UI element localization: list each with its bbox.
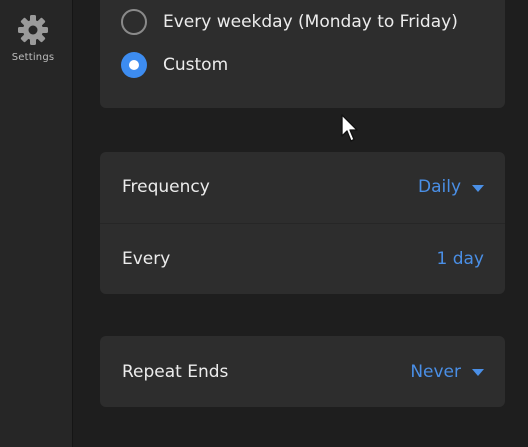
- every-row: Every 1 day: [100, 223, 505, 293]
- every-value-button[interactable]: 1 day: [437, 249, 485, 269]
- gear-icon: [17, 14, 49, 46]
- repeat-ends-label: Repeat Ends: [122, 361, 229, 382]
- frequency-card: Frequency Daily Every 1 day: [100, 152, 505, 294]
- repeat-ends-value: Never: [410, 361, 461, 382]
- radio-custom[interactable]: [121, 52, 147, 78]
- main-content: Every weekday (Monday to Friday) Custom …: [73, 0, 528, 447]
- repeat-ends-card: Repeat Ends Never: [100, 336, 505, 407]
- app-window: Settings Every weekday (Monday to Friday…: [0, 0, 528, 447]
- repeat-ends-row: Repeat Ends Never: [100, 336, 505, 407]
- every-value: 1 day: [436, 248, 485, 269]
- sidebar-item-settings[interactable]: Settings: [0, 14, 66, 63]
- radio-every-weekday[interactable]: [121, 9, 147, 35]
- caret-down-icon: [472, 369, 484, 376]
- frequency-dropdown[interactable]: Daily: [418, 177, 484, 197]
- caret-down-icon: [472, 184, 484, 192]
- sidebar-item-label: Settings: [11, 52, 55, 63]
- option-custom[interactable]: Custom: [121, 51, 228, 79]
- option-label: Every weekday (Monday to Friday): [163, 12, 458, 32]
- frequency-label: Frequency: [122, 177, 210, 197]
- repeat-ends-dropdown[interactable]: Never: [410, 362, 484, 382]
- every-label: Every: [122, 248, 171, 269]
- sidebar: Settings: [0, 0, 73, 447]
- frequency-value: Daily: [417, 177, 461, 197]
- option-every-weekday[interactable]: Every weekday (Monday to Friday): [121, 8, 458, 36]
- repeat-options-card: Every weekday (Monday to Friday) Custom: [100, 0, 505, 108]
- option-label: Custom: [163, 55, 229, 75]
- frequency-row: Frequency Daily: [100, 152, 505, 222]
